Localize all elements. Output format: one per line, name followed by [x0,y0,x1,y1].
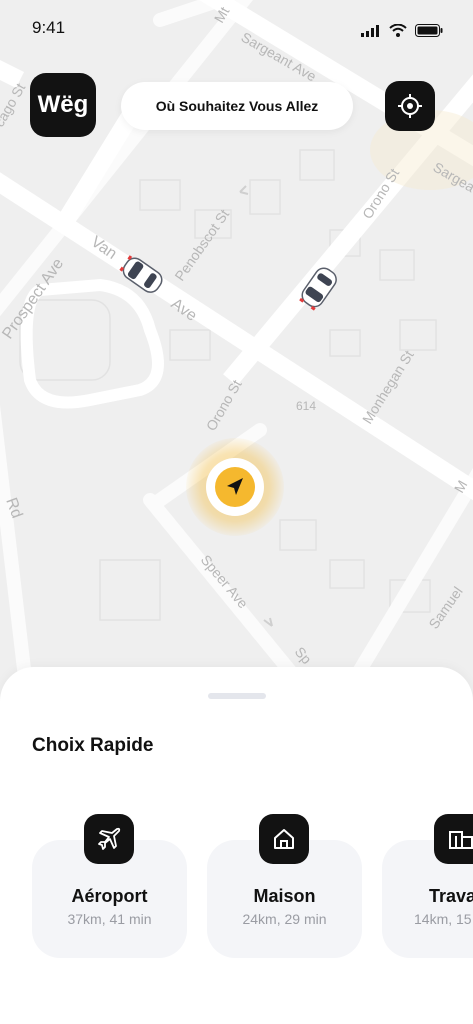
quick-item-title: Maison [253,886,316,906]
street-label: 614 [296,399,316,413]
current-location-marker [186,438,284,536]
quick-item-airport[interactable]: Aéroport 37km, 41 min [32,814,187,958]
bottom-sheet: Choix Rapide Aéroport 37km, 41 min Maiso… [0,667,473,1024]
search-label: Où Souhaitez Vous Allez [155,98,319,114]
crosshair-icon [398,94,422,118]
signal-icon [361,24,379,37]
app-logo[interactable]: Wëg [30,73,96,137]
quick-item-home[interactable]: Maison 24km, 29 min [207,814,362,958]
status-time: 9:41 [32,18,66,37]
building-icon [434,814,473,864]
wifi-icon [389,24,407,37]
logo-text: Wëg [37,91,89,118]
destination-search-button[interactable]: Où Souhaitez Vous Allez [121,82,353,130]
status-bar: 9:41 [0,0,473,56]
quick-choice-title: Choix Rapide [32,735,154,756]
quick-item-work[interactable]: Trava 14km, 15 [382,814,473,958]
quick-item-subtitle: 14km, 15 [414,911,472,927]
quick-item-subtitle: 24km, 29 min [242,911,327,927]
quick-item-subtitle: 37km, 41 min [67,911,152,927]
recenter-button[interactable] [385,81,435,131]
quick-item-title: Aéroport [71,886,148,906]
quick-item-title: Trava [429,886,473,906]
airplane-icon [84,814,134,864]
home-icon [259,814,309,864]
battery-icon [415,24,443,37]
sheet-drag-handle[interactable] [208,693,266,699]
